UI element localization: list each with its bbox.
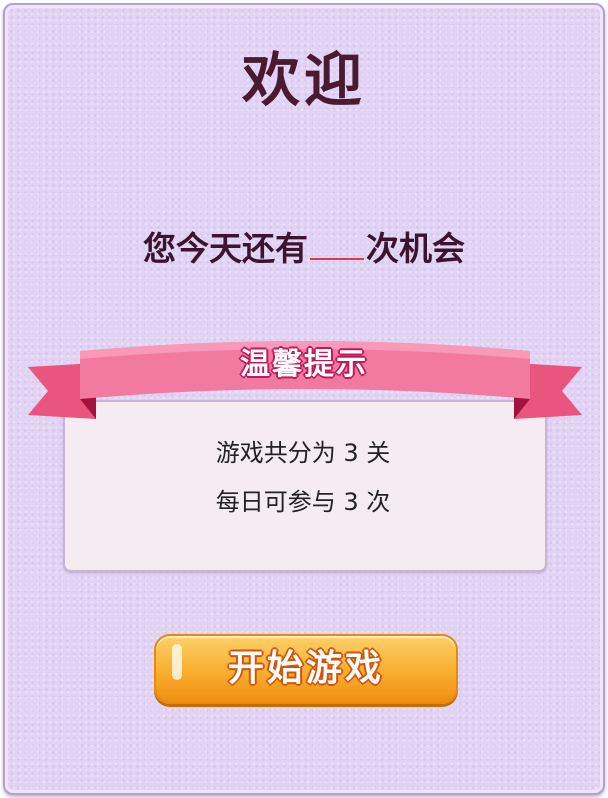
tip-line-levels: 游戏共分为 3 关 xyxy=(215,439,391,467)
chances-prefix: 您今天还有 xyxy=(143,229,308,268)
page-title: 欢迎 xyxy=(241,46,366,114)
tip-line-daily-limit: 每日可参与 3 次 xyxy=(215,488,391,516)
tips-ribbon-title: 温馨提示 xyxy=(240,347,368,382)
chances-remaining-text: 您今天还有 次机会 xyxy=(0,224,608,272)
start-game-button[interactable]: 开始游戏 xyxy=(154,634,458,704)
start-game-label: 开始游戏 xyxy=(227,648,384,689)
chances-suffix: 次机会 xyxy=(366,229,465,268)
chances-count-blank xyxy=(310,224,364,260)
